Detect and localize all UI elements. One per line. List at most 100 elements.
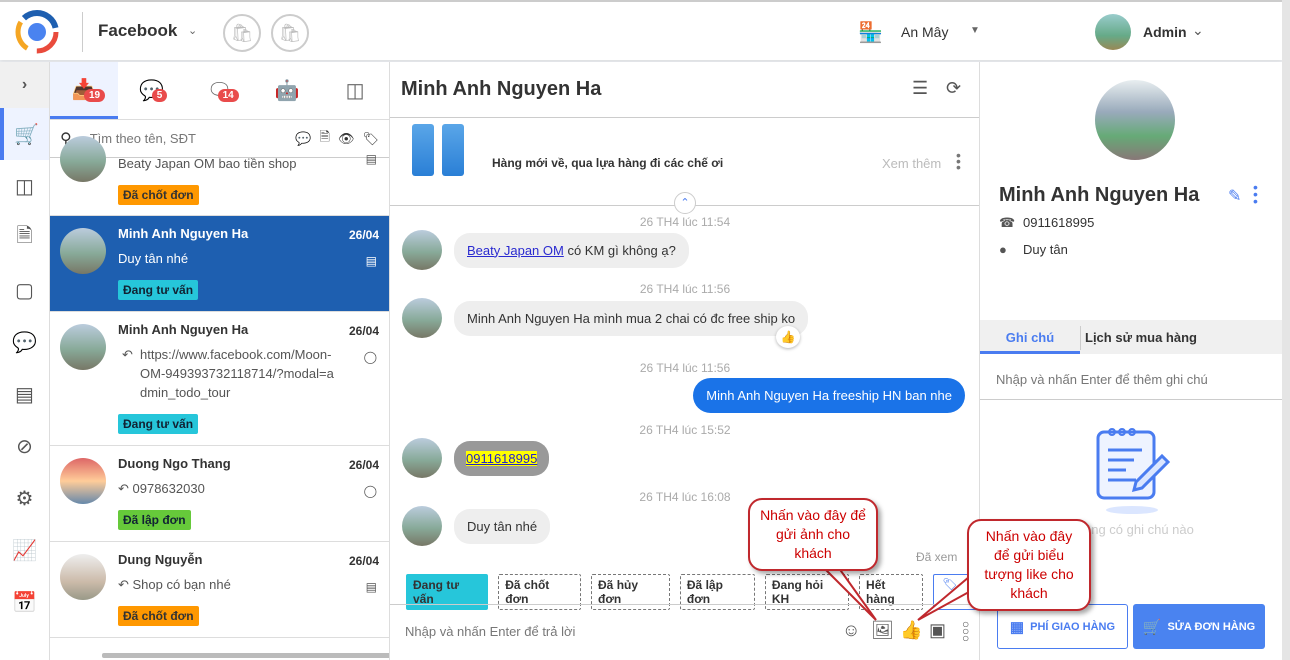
message-row: 0911618995 (402, 438, 550, 478)
emoji-icon[interactable]: ☺ (842, 620, 860, 641)
more-options-icon[interactable]: • • • (956, 148, 961, 174)
tab-purchase-history[interactable]: Lịch sử mua hàng (1081, 320, 1201, 354)
messenger-icon: ◯ (363, 350, 377, 364)
conversation-list: 📥19 💬5 🗨14 🤖 ◫ ⚲ Tìm theo tên, SĐT 💬 🗎 👁… (50, 62, 390, 660)
pinned-post[interactable]: Hàng mới về, qua lựa hàng đi các chế ơi … (390, 118, 979, 214)
divider (82, 12, 83, 52)
avatar (402, 506, 442, 546)
status-tag: Đang tư vấn (118, 414, 199, 434)
unread-badge: 19 (84, 89, 106, 102)
status-tag: Đã lập đơn (118, 510, 191, 530)
phone-icon: ☎ (999, 215, 1016, 230)
chevron-down-icon[interactable]: ⌄ (188, 24, 197, 37)
product-image (412, 124, 472, 176)
reply-input[interactable]: Nhập và nhấn Enter để trả lời (405, 624, 575, 639)
messenger-icon: ◯ (363, 484, 377, 498)
video-icon: ◫ (345, 80, 365, 102)
expand-icon[interactable]: › (0, 62, 49, 108)
image-icon[interactable]: 🖼 (871, 620, 894, 641)
date: 26/04 (348, 228, 379, 242)
video-icon[interactable]: ◫ (0, 160, 49, 212)
list-item[interactable]: Beaty Japan OM bao tiền shop ▤ Đã chốt đ… (50, 136, 389, 216)
channel-selector[interactable]: Facebook (98, 21, 177, 41)
avatar (402, 438, 442, 478)
product-search-icon[interactable]: ▣ (929, 620, 946, 641)
shop-selector[interactable]: An Mây (901, 24, 948, 40)
timestamp: 26 TH4 lúc 11:56 (639, 282, 731, 296)
list-item[interactable]: Duong Ngo Thang 26/04 ↶ 0978632030 ◯ Đã … (50, 446, 389, 542)
list-icon[interactable]: ☰ (912, 78, 928, 99)
status-tag: Đã chốt đơn (118, 606, 199, 626)
tab-bot[interactable]: 🤖 (253, 62, 321, 119)
message-icon: ▤ (365, 152, 377, 166)
list-item[interactable]: Minh Anh Nguyen Ha 26/04 ↶ https://www.fa… (50, 312, 389, 446)
chevron-up-icon[interactable]: ⌃ (674, 192, 696, 214)
chevron-down-icon[interactable]: ⌄ (1192, 22, 1204, 39)
calendar-clock-icon[interactable]: 📅 (0, 576, 49, 628)
messenger-icon[interactable]: 💬 (0, 316, 49, 368)
refresh-icon[interactable]: ⟳ (946, 78, 961, 99)
user-name[interactable]: Admin (1143, 24, 1187, 40)
contact-name: Minh Anh Nguyen Ha (118, 226, 249, 241)
store-icon: 🏪 (858, 22, 883, 44)
id-card-icon[interactable]: ▤ (0, 368, 49, 420)
list-item[interactable]: Dung Nguyễn 26/04 ↶ Shop có bạn nhé ▤ Đã… (50, 542, 389, 638)
avatar (60, 324, 106, 370)
last-message: ↶ https://www.facebook.com/Moon-OM-949393… (122, 347, 334, 400)
avatar (60, 228, 106, 274)
cart-icon[interactable]: 🛒 (0, 108, 49, 160)
left-nav: › 🛒 ◫ 🗎 ▢ 💬 ▤ ⊘ ⚙ 📈 📅 (0, 62, 50, 660)
callout-send-like: Nhấn vào đây để gửi biểu tượng like cho … (967, 519, 1091, 611)
timestamp: 26 TH4 lúc 16:08 (639, 490, 731, 504)
more-options-icon[interactable]: ○ ○ ○ (962, 618, 969, 644)
avatar (60, 554, 106, 600)
callout-send-image: Nhấn vào đây để gửi ảnh cho khách (748, 498, 878, 571)
tab-comments[interactable]: 🗨14 (186, 62, 254, 119)
fee-icon: ▦ (1009, 618, 1025, 636)
customer-phone: 0911618995 (1023, 215, 1095, 230)
reply-arrow-icon: ↶ (122, 347, 133, 362)
shopping-bag-icon[interactable]: 🛍 (223, 14, 261, 52)
user-avatar[interactable] (1095, 14, 1131, 50)
see-more-link[interactable]: Xem thêm (882, 156, 941, 171)
status-tag: Đã chốt đơn (118, 185, 199, 205)
timestamp: 26 TH4 lúc 15:52 (639, 423, 731, 437)
ban-icon[interactable]: ⊘ (0, 420, 49, 472)
customer-avatar (1095, 80, 1175, 160)
avatar (402, 298, 442, 338)
horizontal-scrollbar[interactable] (102, 653, 389, 658)
cart-plus-icon: 🛒 (1142, 618, 1162, 636)
date: 26/04 (348, 324, 379, 338)
app-logo[interactable] (14, 10, 60, 54)
empty-notes-icon (1096, 428, 1171, 514)
last-message: ↶ 0978632030 (118, 481, 205, 496)
last-message: Beaty Japan OM bao tiền shop (118, 156, 297, 171)
more-options-icon[interactable]: • • • (1253, 180, 1258, 208)
document-icon[interactable]: 🗎 (0, 212, 49, 264)
chart-icon[interactable]: 📈 (0, 524, 49, 576)
tab-notes[interactable]: Ghi chú (980, 320, 1080, 354)
phone-link[interactable]: 0911618995 (466, 450, 538, 466)
chat-title: Minh Anh Nguyen Ha (401, 78, 602, 100)
unread-badge: 14 (217, 89, 239, 102)
gear-icon[interactable]: ⚙ (0, 472, 49, 524)
avatar (402, 230, 442, 270)
edit-order-button[interactable]: 🛒 SỬA ĐƠN HÀNG (1133, 604, 1265, 649)
shopping-bag-icon[interactable]: 🛍 (271, 14, 309, 52)
thumbs-up-icon[interactable]: 👍 (900, 620, 922, 641)
tab-messenger[interactable]: 💬 5 (118, 62, 186, 119)
page-scrollbar[interactable] (1282, 0, 1290, 660)
caret-down-icon[interactable]: ▼ (970, 25, 980, 36)
box-icon[interactable]: ▢ (0, 264, 49, 316)
contact-name: Minh Anh Nguyen Ha (118, 322, 249, 337)
message-icon: ▤ (365, 580, 377, 594)
tab-inbox[interactable]: 📥 19 (50, 62, 118, 119)
note-input[interactable]: Nhập và nhấn Enter để thêm ghi chú (980, 354, 1282, 400)
contact-name: Dung Nguyễn (118, 552, 203, 567)
list-item[interactable]: Minh Anh Nguyen Ha 26/04 Duy tân nhé ▤ Đ… (50, 216, 389, 312)
composer: Nhập và nhấn Enter để trả lời ☺ 🖼 👍 ▣ ○ ○… (390, 604, 979, 660)
bot-icon: 🤖 (274, 80, 300, 102)
pencil-icon[interactable]: ✎ (1228, 186, 1241, 206)
tab-video[interactable]: ◫ (321, 62, 389, 119)
page-link[interactable]: Beaty Japan OM (467, 243, 564, 258)
